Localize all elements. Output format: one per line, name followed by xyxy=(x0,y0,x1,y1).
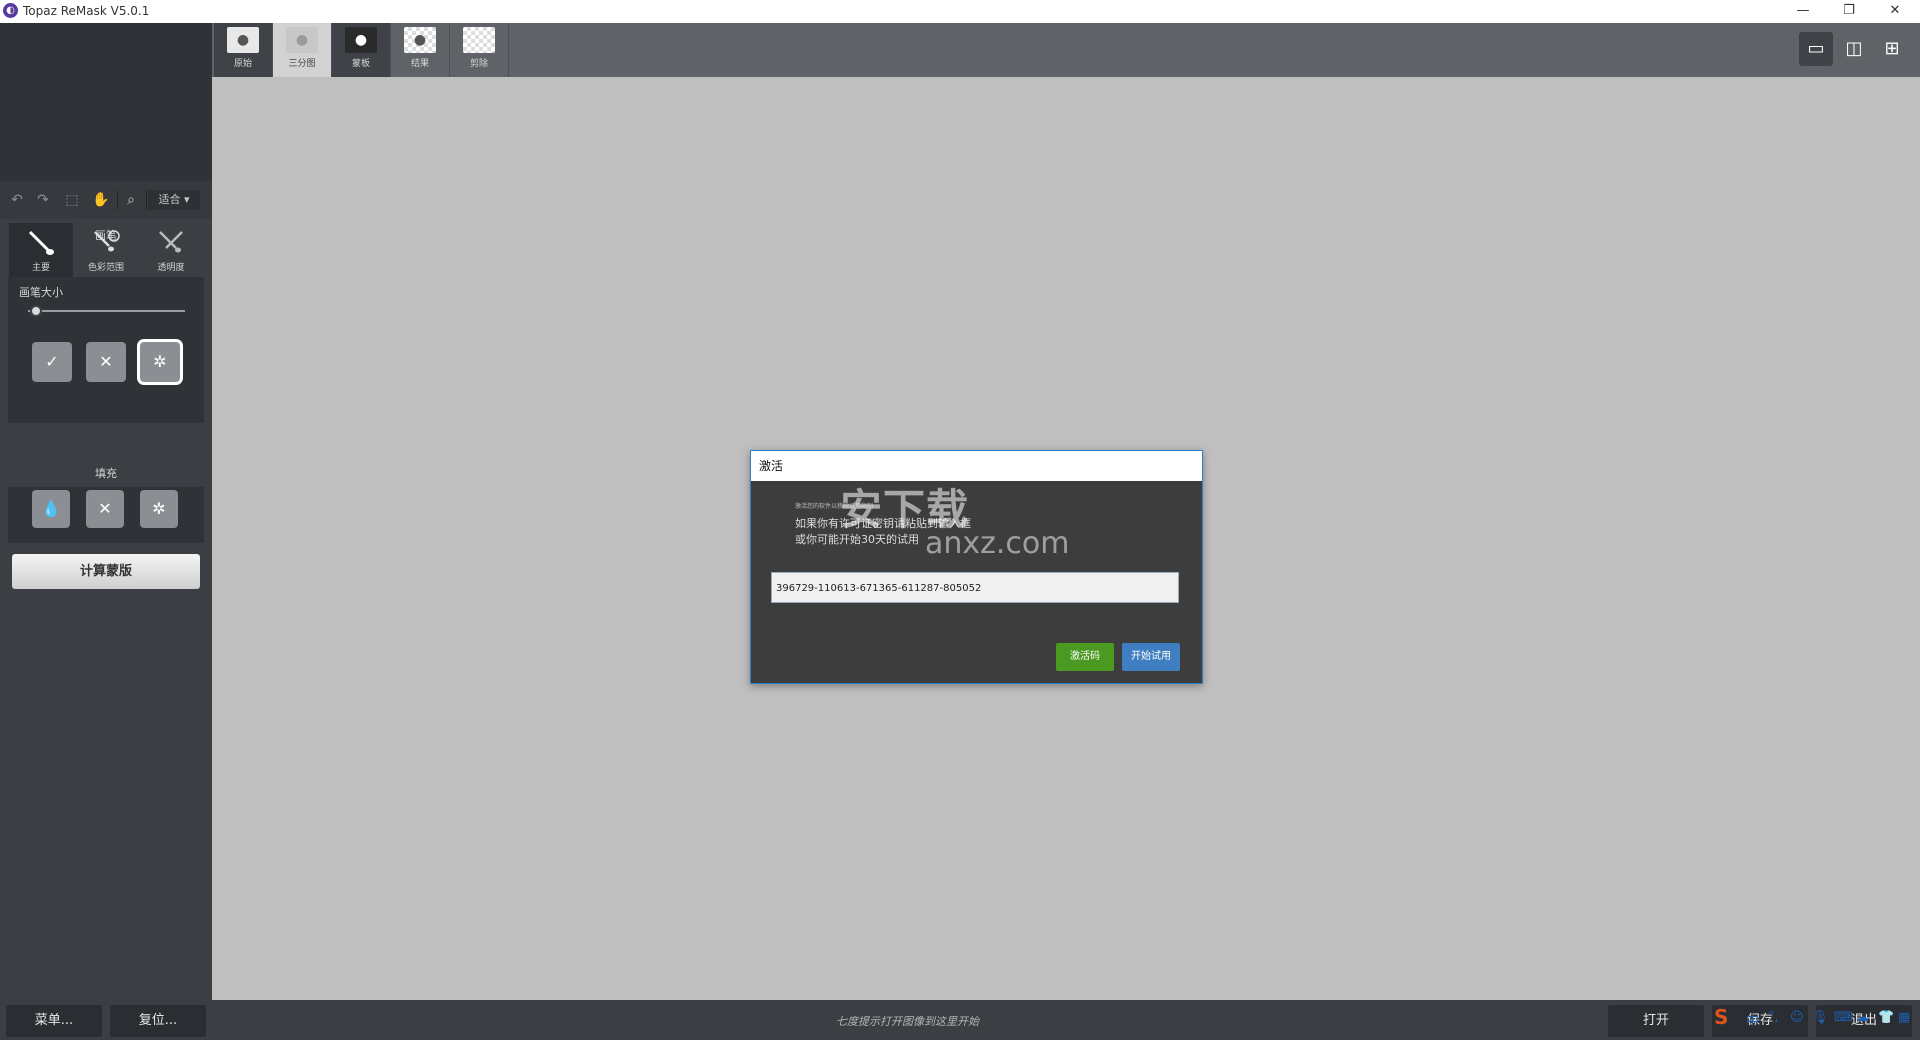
split-view-icon[interactable]: ◫ xyxy=(1837,32,1871,66)
tab-cutout[interactable]: 剪除 xyxy=(450,23,509,77)
apple-icon: ● xyxy=(345,27,377,53)
tab-label: 剪除 xyxy=(469,59,488,69)
undo-icon[interactable]: ↶ xyxy=(8,191,26,209)
apple-icon: ● xyxy=(404,27,436,53)
sogou-ime-icon[interactable]: S xyxy=(1714,1005,1728,1029)
compute-mask-button[interactable]: 计算蒙版 xyxy=(12,554,200,589)
redo-icon[interactable]: ↷ xyxy=(34,191,52,209)
brush-tab-label: 透明度 xyxy=(157,263,185,273)
open-button[interactable]: 打开 xyxy=(1608,1005,1704,1037)
license-key-input[interactable]: 396729-110613-671365-611287-805052 xyxy=(771,572,1179,603)
view-toolbar: ● 原始 ● 三分图 ● 蒙板 ● 结果 剪除 ▭ ◫ ⊞ xyxy=(212,23,1920,77)
fill-drop-icon[interactable]: ✕ xyxy=(86,490,124,528)
user-icon[interactable]: ☁ xyxy=(1856,1010,1869,1025)
apple-icon: ● xyxy=(227,27,259,53)
navigator-preview xyxy=(0,23,212,181)
toolbar-divider xyxy=(117,190,118,210)
tab-mask[interactable]: ● 蒙板 xyxy=(332,23,391,77)
reset-button[interactable]: 复位... xyxy=(110,1005,206,1037)
window-title: Topaz ReMask V5.0.1 xyxy=(23,4,150,18)
brush-size-slider-knob[interactable] xyxy=(29,305,42,317)
tab-label: 蒙板 xyxy=(351,59,370,69)
color-range-brush-icon xyxy=(94,230,120,252)
brush-tab-label: 色彩范围 xyxy=(87,263,124,273)
brush-tab-label: 主要 xyxy=(31,263,50,273)
drop-brush-button[interactable]: ✕ xyxy=(86,342,126,382)
brush-tab-main[interactable]: 主要 xyxy=(9,223,73,277)
watermark-url: anxz.com xyxy=(925,526,1070,561)
start-trial-button[interactable]: 开始试用 xyxy=(1122,643,1180,671)
apple-icon: ● xyxy=(286,27,318,53)
brush-tab-color-range[interactable]: 色彩范围 xyxy=(74,223,138,277)
status-hint: 七度提示打开图像到这里开始 xyxy=(836,1015,979,1028)
tab-original[interactable]: ● 原始 xyxy=(214,23,273,77)
fill-section-label: 填充 xyxy=(95,467,117,480)
minimize-button[interactable]: — xyxy=(1780,0,1826,23)
brush-icon xyxy=(28,230,54,255)
hand-icon[interactable]: ✋ xyxy=(92,191,110,209)
dialog-title: 激活 xyxy=(751,451,1202,481)
close-button[interactable]: ✕ xyxy=(1872,0,1918,23)
keyboard-icon[interactable]: ⌨ xyxy=(1834,1010,1853,1025)
skin-icon[interactable]: 👕 xyxy=(1878,1010,1894,1025)
emoji-icon[interactable]: ☺ xyxy=(1790,1010,1804,1025)
checker-icon xyxy=(463,27,495,53)
fill-compute-icon[interactable]: ✲ xyxy=(140,490,178,528)
quad-view-icon[interactable]: ⊞ xyxy=(1875,32,1909,66)
fill-keep-icon[interactable]: 💧 xyxy=(32,490,70,528)
keep-brush-button[interactable]: ✓ xyxy=(32,342,72,382)
toolbox-icon[interactable]: ▦ xyxy=(1898,1010,1910,1025)
single-view-icon[interactable]: ▭ xyxy=(1799,32,1833,66)
activate-button[interactable]: 激活码 xyxy=(1056,643,1114,671)
bottom-bar: 菜单... 复位... 七度提示打开图像到这里开始 打开 保存 退出 S 中 °… xyxy=(0,1000,1920,1040)
zoom-select[interactable]: 适合 ▾ xyxy=(148,190,200,210)
brush-tab-transparency[interactable]: 透明度 xyxy=(139,223,203,277)
selection-icon[interactable]: ⬚ xyxy=(63,191,81,209)
punctuation-indicator[interactable]: °, xyxy=(1768,1010,1779,1025)
ime-mode-indicator[interactable]: 中 xyxy=(1746,1010,1759,1029)
transparency-brush-icon xyxy=(159,231,183,253)
brush-size-slider[interactable] xyxy=(28,310,185,312)
tab-label: 结果 xyxy=(410,59,429,69)
activation-dialog: 激活 激活您的软件以移除试用限制 如果你有许可证密钥请粘贴到输入框 或你可能开始… xyxy=(750,450,1203,684)
tab-label: 原始 xyxy=(233,59,252,69)
zoom-icon[interactable]: ⌕ xyxy=(122,191,140,209)
restore-button[interactable]: ❐ xyxy=(1826,0,1872,23)
compute-brush-button[interactable]: ✲ xyxy=(140,342,180,382)
title-bar: ◐ Topaz ReMask V5.0.1 — ❐ ✕ xyxy=(0,0,1920,24)
app-logo-icon: ◐ xyxy=(3,3,18,18)
left-toolbar: ↶ ↷ ⬚ ✋ ⌕ 适合 ▾ xyxy=(0,181,212,219)
tab-label: 三分图 xyxy=(288,59,316,69)
tab-result[interactable]: ● 结果 xyxy=(391,23,450,77)
microphone-icon[interactable]: 🎙 xyxy=(1812,1010,1829,1025)
brush-size-label: 画笔大小 xyxy=(19,286,63,299)
menu-button[interactable]: 菜单... xyxy=(6,1005,102,1037)
tab-trimap[interactable]: ● 三分图 xyxy=(273,23,332,77)
toolbar-divider xyxy=(146,190,147,210)
